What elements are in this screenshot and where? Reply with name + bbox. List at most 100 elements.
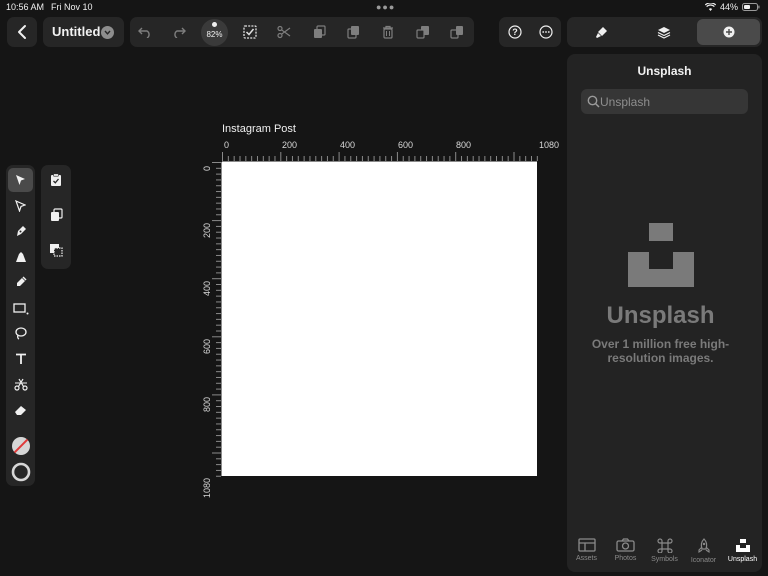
ruler-h-label: 200 <box>282 140 298 150</box>
panel-title: Unsplash <box>637 64 692 78</box>
search-input[interactable] <box>600 89 744 114</box>
ruler-v-label: 800 <box>202 396 212 412</box>
scissors-icon <box>13 378 28 391</box>
paste-document-icon <box>50 208 63 221</box>
eraser-tool[interactable] <box>10 401 31 419</box>
tab-symbols[interactable]: Symbols <box>645 538 684 572</box>
flip-button[interactable] <box>447 22 467 42</box>
redo-button[interactable] <box>169 21 189 43</box>
chevron-left-icon <box>18 25 26 39</box>
selection-tool[interactable] <box>10 171 31 189</box>
search-field[interactable] <box>581 89 748 114</box>
direct-selection-tool[interactable] <box>10 197 31 215</box>
copy-button[interactable] <box>309 22 329 42</box>
tab-label: Assets <box>575 555 597 562</box>
chevron-down-icon[interactable] <box>101 26 114 39</box>
unsplash-logo-icon <box>628 223 694 287</box>
paste-in-place-button[interactable] <box>45 205 67 225</box>
lasso-tool[interactable] <box>10 324 31 342</box>
zoom-level: 82% <box>206 30 223 39</box>
redo-icon <box>174 27 186 38</box>
unsplash-icon <box>735 539 750 552</box>
select-all-button[interactable] <box>240 22 260 42</box>
zoom-indicator <box>212 22 217 27</box>
status-date: Fri Nov 10 <box>51 2 93 12</box>
pen-tool[interactable] <box>10 222 31 240</box>
multitasking-dots-icon[interactable]: ●●● <box>376 2 395 12</box>
ruler-v-label: 400 <box>202 280 212 296</box>
copy-icon <box>313 25 326 38</box>
tab-label: Symbols <box>651 556 678 563</box>
unsplash-brand: Unsplash <box>606 302 715 329</box>
add-tab-icon-wrap[interactable] <box>697 19 760 45</box>
stroke-color-swatch[interactable] <box>10 461 31 482</box>
checkbox-icon <box>243 25 257 39</box>
arrange-button[interactable] <box>45 240 67 260</box>
artboard[interactable] <box>222 162 537 476</box>
zoom-button[interactable]: 82% <box>201 19 228 46</box>
rectangle-tool[interactable] <box>10 299 31 317</box>
plus-circle-icon <box>723 26 734 38</box>
ruler-v-label: 600 <box>202 338 212 354</box>
wifi-icon <box>704 3 716 11</box>
ruler-h-label: 400 <box>340 140 356 150</box>
arrow-pointer-icon <box>16 175 25 185</box>
vertical-ruler: 0 200 400 600 800 1080 <box>198 160 222 500</box>
status-bar: 10:56 AM Fri Nov 10 ●●● 44% <box>0 0 768 14</box>
rocket-icon <box>697 538 710 554</box>
svg-text:?: ? <box>512 27 518 37</box>
document-title[interactable]: Untitled <box>52 24 100 39</box>
back-button[interactable] <box>7 17 37 47</box>
tab-iconator[interactable]: Iconator <box>684 538 723 572</box>
scissors-tool[interactable] <box>10 375 31 393</box>
more-button[interactable] <box>536 22 556 42</box>
text-icon <box>15 353 26 364</box>
horizontal-ruler-ticks <box>222 152 538 162</box>
trash-icon <box>383 25 393 39</box>
paste-icon <box>346 26 359 39</box>
rectangle-icon <box>12 302 28 314</box>
pencil-tool[interactable] <box>10 273 31 291</box>
ruler-h-label: 800 <box>456 140 472 150</box>
tab-label: Photos <box>614 555 637 562</box>
undo-icon <box>138 27 150 38</box>
pen-icon <box>16 226 26 236</box>
vector-brush-tool[interactable] <box>10 248 31 266</box>
status-time: 10:56 AM <box>6 2 45 12</box>
search-icon <box>587 95 600 108</box>
artboard-title[interactable]: Instagram Post <box>222 123 296 135</box>
duplicate-icon <box>416 26 429 39</box>
command-icon <box>656 538 673 553</box>
layers-tab-button[interactable] <box>652 22 676 42</box>
clipboard-button[interactable] <box>45 170 67 190</box>
status-right: 44% <box>704 2 760 12</box>
ruler-h-label: 1080 <box>539 140 560 150</box>
tab-unsplash[interactable]: Unsplash <box>723 538 762 572</box>
help-button[interactable]: ? <box>505 22 525 42</box>
flip-icon <box>450 26 463 39</box>
text-tool[interactable] <box>10 350 31 368</box>
brush-icon <box>595 26 607 38</box>
ruler-h-label: 0 <box>224 140 230 150</box>
ruler-v-label: 200 <box>202 222 212 238</box>
horizontal-ruler: 0 200 400 600 800 1080 <box>222 140 562 162</box>
question-icon: ? <box>508 25 522 39</box>
more-icon <box>539 25 553 39</box>
fill-color-swatch[interactable] <box>10 435 31 456</box>
style-tab-button[interactable] <box>589 22 613 42</box>
cut-button[interactable] <box>274 22 294 42</box>
stroke-ring-icon <box>11 462 30 481</box>
tab-assets[interactable]: Assets <box>567 538 606 572</box>
delete-button[interactable] <box>378 22 398 42</box>
undo-button[interactable] <box>135 21 155 43</box>
library-tabs: Assets Photos Symbols Iconator Unsplash <box>567 538 762 572</box>
ruler-v-label: 1080 <box>202 477 212 498</box>
battery-percent: 44% <box>719 2 738 12</box>
direct-select-icon <box>15 200 26 212</box>
arrange-icon <box>50 244 63 257</box>
duplicate-button[interactable] <box>413 22 433 42</box>
battery-icon <box>742 3 760 11</box>
pencil-icon <box>16 276 27 286</box>
tab-photos[interactable]: Photos <box>606 538 645 572</box>
paste-button[interactable] <box>343 22 363 42</box>
